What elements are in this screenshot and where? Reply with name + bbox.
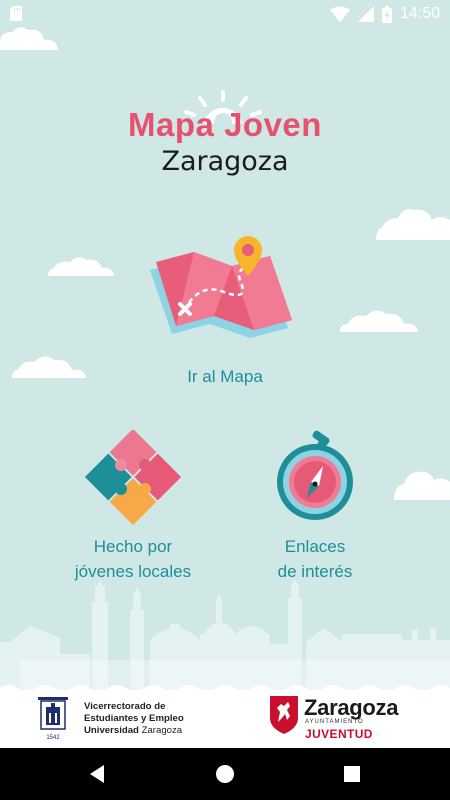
university-text: Vicerrectorado de Estudiantes y Empleo U… — [84, 701, 184, 737]
city-name: Zaragoza — [304, 695, 399, 720]
app-title: Mapa Joven — [128, 106, 322, 143]
back-icon[interactable] — [86, 762, 110, 786]
map-button[interactable]: Ir al Mapa — [140, 230, 310, 390]
cloud-decoration — [12, 356, 86, 378]
map-icon — [150, 236, 292, 338]
footer-wavy-edge — [0, 685, 450, 694]
recents-icon[interactable] — [340, 762, 364, 786]
cloud-decoration — [48, 257, 114, 276]
links-button[interactable]: Enlaces de interés — [250, 430, 380, 581]
app-logo: Mapa Joven Zaragoza — [0, 88, 450, 188]
city-juventud: JUVENTUD — [305, 727, 373, 741]
university-name-rest: Zaragoza — [138, 725, 183, 736]
status-time: 14:50 — [399, 5, 440, 22]
wifi-icon — [329, 6, 350, 22]
university-line2: Estudiantes y Empleo — [84, 713, 184, 724]
app-subtitle: Zaragoza — [161, 146, 289, 177]
map-button-label: Ir al Mapa — [187, 367, 263, 386]
zaragoza-lion-shield-icon — [270, 696, 298, 734]
cloud-decoration — [394, 471, 450, 500]
made-by-youth-button[interactable]: Hecho por jóvenes locales — [60, 430, 206, 581]
university-seal-icon: 1542 — [38, 697, 68, 741]
system-nav-bar — [0, 748, 450, 800]
home-icon[interactable] — [213, 762, 237, 786]
puzzle-icon — [84, 430, 182, 526]
footer-logos: 1542 Vicerrectorado de Estudiantes y Emp… — [0, 685, 450, 748]
sd-card-icon — [10, 6, 22, 21]
status-bar: 14:50 — [0, 0, 450, 28]
made-by-youth-label-line1: Hecho por — [93, 537, 173, 556]
battery-charging-icon — [381, 5, 392, 23]
university-name-bold: Universidad — [84, 725, 139, 736]
university-seal-year: 1542 — [46, 735, 60, 741]
cloud-decoration — [340, 310, 418, 332]
city-skyline-illustration — [0, 580, 450, 690]
cloud-decoration — [0, 27, 58, 50]
university-line1: Vicerrectorado de — [84, 701, 166, 712]
compass-icon — [277, 430, 353, 520]
cloud-decoration — [376, 209, 450, 240]
links-label-line1: Enlaces — [284, 537, 346, 556]
city-ayuntamiento: AYUNTAMIENTO — [305, 719, 364, 725]
app-screen: 14:50 Mapa Joven Zaragoza Ir al Mapa Hec… — [0, 0, 450, 800]
signal-icon — [357, 6, 374, 22]
